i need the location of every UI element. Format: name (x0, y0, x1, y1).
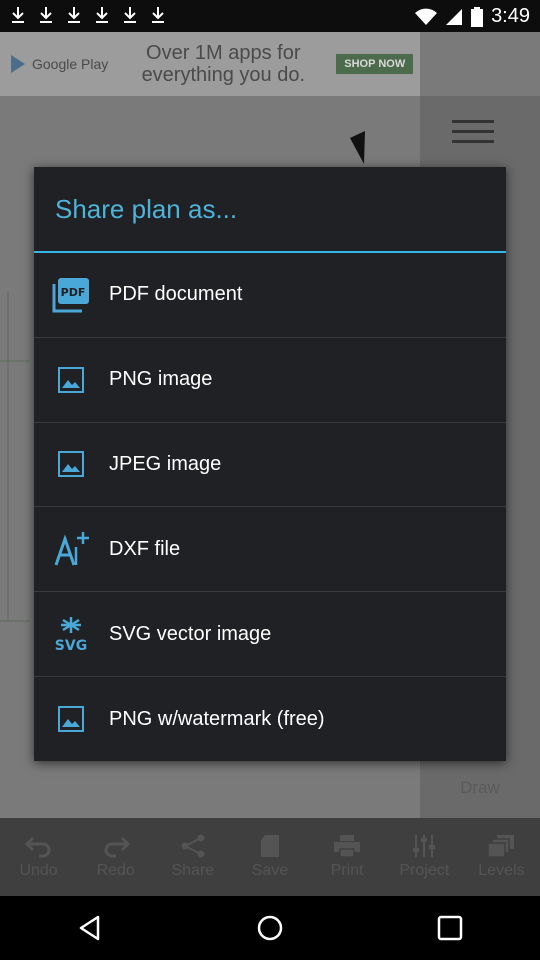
print-button[interactable]: Print (309, 818, 386, 896)
option-dxf-file[interactable]: DXF file (34, 507, 506, 593)
clock: 3:49 (491, 5, 530, 27)
image-icon (52, 700, 90, 738)
share-button[interactable]: Share (154, 818, 231, 896)
share-dialog: Share plan as... PDF PDF document PNG im… (34, 167, 506, 761)
share-label: Share (171, 862, 215, 879)
undo-button[interactable]: Undo (0, 818, 77, 896)
ad-banner[interactable]: Google Play Over 1M apps for everything … (0, 32, 420, 96)
dialog-title: Share plan as... (55, 194, 238, 224)
draw-label[interactable]: Draw (420, 778, 540, 798)
wifi-icon (415, 8, 438, 25)
status-right: 3:49 (415, 5, 530, 28)
option-label: JPEG image (109, 452, 222, 475)
recents-icon[interactable] (436, 914, 464, 942)
signal-icon (446, 8, 463, 25)
navigation-bar (0, 896, 540, 960)
download-icon (40, 7, 52, 23)
share-icon (181, 834, 205, 858)
option-label: PNG w/watermark (free) (109, 707, 325, 730)
download-icon (68, 7, 80, 23)
svg-icon: SVG (52, 615, 90, 653)
battery-icon (471, 6, 484, 27)
ad-text: Over 1M apps for everything you do. (141, 42, 305, 86)
option-pdf-document[interactable]: PDF PDF document (34, 253, 506, 338)
option-png-image[interactable]: PNG image (34, 338, 506, 423)
redo-icon (104, 836, 130, 858)
download-icon (152, 7, 164, 23)
option-label: DXF file (109, 537, 181, 560)
back-icon[interactable] (76, 914, 104, 942)
sd-card-icon (260, 835, 279, 857)
layers-icon (487, 835, 515, 858)
sliders-icon (413, 835, 436, 857)
save-label: Save (251, 862, 289, 879)
status-bar: 3:49 (0, 0, 540, 32)
option-label: PDF document (109, 283, 243, 306)
google-play-logo: Google Play (8, 54, 108, 74)
svg-text:PDF: PDF (61, 286, 86, 299)
project-label: Project (399, 862, 450, 879)
home-icon[interactable] (256, 914, 284, 942)
levels-label: Levels (478, 862, 525, 879)
print-label: Print (330, 862, 364, 879)
image-icon (52, 361, 90, 399)
play-store-icon (11, 55, 25, 73)
dxf-icon (52, 530, 90, 568)
download-icon (96, 7, 108, 23)
option-jpeg-image[interactable]: JPEG image (34, 423, 506, 508)
bottom-toolbar: Undo Redo Share Save Print Project Level… (0, 818, 540, 896)
redo-button[interactable]: Redo (77, 818, 154, 896)
option-png-watermark[interactable]: PNG w/watermark (free) (34, 677, 506, 762)
store-name: Google Play (32, 56, 109, 72)
project-button[interactable]: Project (386, 818, 463, 896)
svg-text:SVG: SVG (55, 638, 87, 653)
download-icon (124, 7, 136, 23)
shop-now-button[interactable]: SHOP NOW (336, 54, 414, 74)
option-label: SVG vector image (109, 622, 272, 645)
option-svg-vector-image[interactable]: SVG SVG vector image (34, 592, 506, 677)
notification-icons (10, 6, 166, 24)
menu-button[interactable] (452, 120, 494, 154)
save-button[interactable]: Save (231, 818, 308, 896)
option-label: PNG image (109, 368, 213, 391)
download-icon (12, 7, 24, 23)
pdf-icon: PDF (52, 276, 90, 314)
undo-icon (24, 836, 51, 858)
redo-label: Redo (96, 862, 135, 879)
printer-icon (334, 835, 361, 858)
undo-label: Undo (19, 862, 58, 879)
image-icon (52, 445, 90, 483)
levels-button[interactable]: Levels (463, 818, 540, 896)
